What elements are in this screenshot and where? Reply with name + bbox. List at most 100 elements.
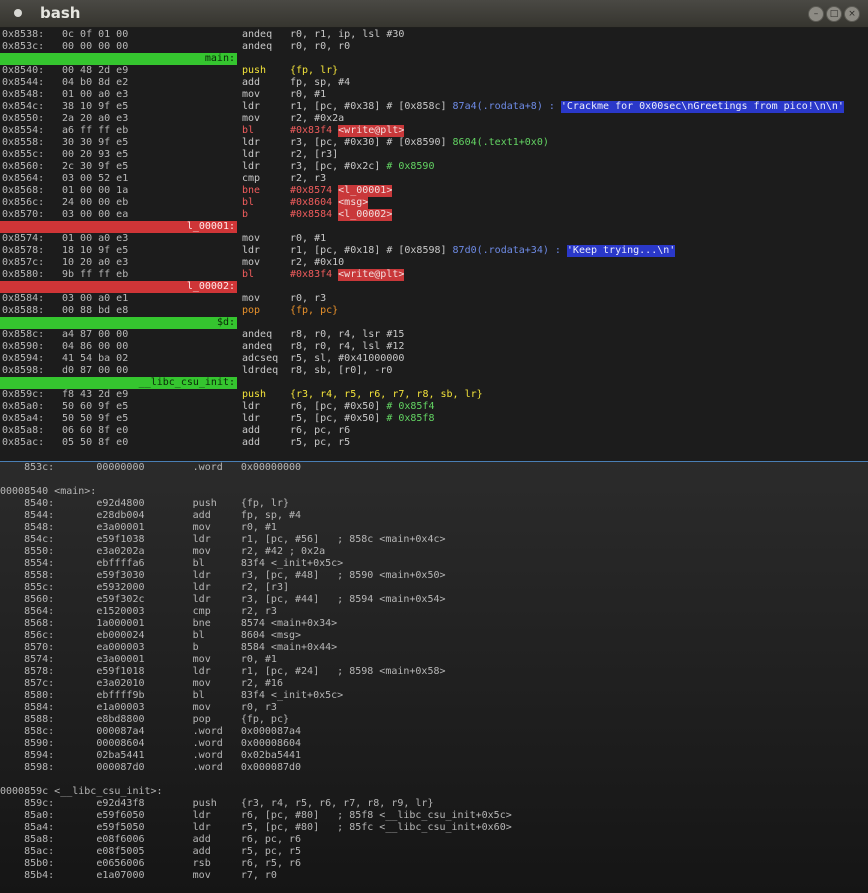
- objdump-line[interactable]: 00008540 <main>:: [0, 486, 96, 498]
- objdump-line[interactable]: 855c: e5932000 ldr r2, [r3]: [0, 582, 289, 594]
- mnemonic: ldr: [242, 401, 261, 412]
- objdump-line[interactable]: 8570: ea000003 b 8584 <main+0x44>: [0, 642, 337, 654]
- opcode-bytes: 00 00 00 00: [62, 41, 129, 52]
- objdump-line[interactable]: 8594: 02ba5441 .word 0x02ba5441: [0, 750, 301, 762]
- disasm-line[interactable]: 0x8594: 41 54 ba 02 adcseq r5, sl, #0x41000…: [0, 353, 868, 365]
- objdump-line[interactable]: 85b0: e0656006 rsb r6, r5, r6: [0, 858, 301, 870]
- mnemonic: andeq: [242, 41, 273, 52]
- objdump-line[interactable]: 859c: e92d43f8 push {r3, r4, r5, r6, r7,…: [0, 798, 433, 810]
- objdump-line[interactable]: 85ac: e08f5005 add r5, pc, r5: [0, 846, 301, 858]
- disasm-line[interactable]: 0x855c: 00 20 93 e5 ldr r2, [r3]: [0, 149, 868, 161]
- mnemonic: push: [242, 389, 267, 400]
- operands: {fp, pc}: [290, 305, 339, 316]
- disasm-line[interactable]: 0x856c: 24 00 00 eb bl #0x8604 <msg>: [0, 197, 868, 209]
- objdump-line[interactable]: 8550: e3a0202a mov r2, #42 ; 0x2a: [0, 546, 325, 558]
- objdump-pane-bottom[interactable]: 853c: 00000000 .word 0x00000000 00008540 …: [0, 461, 868, 893]
- address: 0x8554:: [2, 125, 45, 136]
- minimize-button[interactable]: –: [808, 6, 824, 22]
- objdump-line[interactable]: 85b4: e1a07000 mov r7, r0: [0, 870, 277, 882]
- objdump-line[interactable]: 8590: 00008604 .word 0x00008604: [0, 738, 301, 750]
- disasm-line[interactable]: 0x8580: 9b ff ff eb bl #0x83f4 <write@plt>: [0, 269, 868, 281]
- disasm-line[interactable]: 0x85ac: 05 50 8f e0 add r5, pc, r5: [0, 437, 868, 449]
- objdump-line[interactable]: 8568: 1a000001 bne 8574 <main+0x34>: [0, 618, 337, 630]
- operands: r8, r0, r4, lsr #15: [290, 329, 405, 340]
- objdump-line[interactable]: 8540: e92d4800 push {fp, lr}: [0, 498, 289, 510]
- window-menu-icon[interactable]: [14, 9, 22, 17]
- disasm-line[interactable]: 0x8544: 04 b0 8d e2 add fp, sp, #4: [0, 77, 868, 89]
- objdump-line[interactable]: 857c: e3a02010 mov r2, #16: [0, 678, 283, 690]
- mnemonic: mov: [242, 233, 261, 244]
- objdump-line[interactable]: 853c: 00000000 .word 0x00000000: [0, 462, 301, 474]
- close-button[interactable]: ×: [844, 6, 860, 22]
- disasm-line[interactable]: 0x8568: 01 00 00 1a bne #0x8574 <l_00001>: [0, 185, 868, 197]
- opcode-bytes: 03 00 a0 e1: [62, 293, 129, 304]
- maximize-button[interactable]: □: [826, 6, 842, 22]
- opcode-bytes: 01 00 00 1a: [62, 185, 129, 196]
- disasm-line[interactable]: 0x8588: 00 88 bd e8 pop {fp, pc}: [0, 305, 868, 317]
- address: 0x8570:: [2, 209, 45, 220]
- opcode-bytes: 2c 30 9f e5: [62, 161, 129, 172]
- disasm-line[interactable]: 0x857c: 10 20 a0 e3 mov r2, #0x10: [0, 257, 868, 269]
- objdump-line[interactable]: 0000859c <__libc_csu_init>:: [0, 786, 163, 798]
- disasm-line[interactable]: 0x853c: 00 00 00 00 andeq r0, r0, r0: [0, 41, 868, 53]
- address: 0x8580:: [2, 269, 45, 280]
- disasm-line[interactable]: 0x8558: 30 30 9f e5 ldr r3, [pc, #0x30] # […: [0, 137, 868, 149]
- address: 0x8590:: [2, 341, 45, 352]
- objdump-line[interactable]: 85a8: e08f6006 add r6, pc, r6: [0, 834, 301, 846]
- address: 0x853c:: [2, 41, 45, 52]
- disasm-line[interactable]: 0x8554: a6 ff ff eb bl #0x83f4 <write@plt>: [0, 125, 868, 137]
- symbol-reference: <write@plt>: [338, 269, 405, 281]
- mnemonic: adcseq: [242, 353, 279, 364]
- address: 0x854c:: [2, 101, 45, 112]
- operands: #0x8574: [290, 185, 333, 196]
- disasm-line[interactable]: 0x8570: 03 00 00 ea b #0x8584 <l_00002>: [0, 209, 868, 221]
- objdump-line[interactable]: 8560: e59f302c ldr r3, [pc, #44] ; 8594 …: [0, 594, 445, 606]
- objdump-line[interactable]: 854c: e59f1038 ldr r1, [pc, #56] ; 858c …: [0, 534, 445, 546]
- disasm-line[interactable]: 0x8584: 03 00 a0 e1 mov r0, r3: [0, 293, 868, 305]
- objdump-line[interactable]: 8574: e3a00001 mov r0, #1: [0, 654, 277, 666]
- disasm-line[interactable]: 0x85a0: 50 60 9f e5 ldr r6, [pc, #0x50] # 0x…: [0, 401, 868, 413]
- disasm-line[interactable]: 0x8598: d0 87 00 00 ldrdeq r8, sb, [r0], -r…: [0, 365, 868, 377]
- objdump-line[interactable]: 8558: e59f3030 ldr r3, [pc, #48] ; 8590 …: [0, 570, 445, 582]
- mnemonic: bl: [242, 269, 255, 280]
- objdump-line[interactable]: 8554: ebffffa6 bl 83f4 <_init+0x5c>: [0, 558, 343, 570]
- objdump-line[interactable]: 85a0: e59f6050 ldr r6, [pc, #80] ; 85f8 …: [0, 810, 512, 822]
- disasm-line[interactable]: 0x858c: a4 87 00 00 andeq r8, r0, r4, lsr #…: [0, 329, 868, 341]
- objdump-line[interactable]: 85a4: e59f5050 ldr r5, [pc, #80] ; 85fc …: [0, 822, 512, 834]
- disasm-line[interactable]: 0x859c: f8 43 2d e9 push {r3, r4, r5, r6, r…: [0, 389, 868, 401]
- disasm-line[interactable]: 0x85a4: 50 50 9f e5 ldr r5, [pc, #0x50] # 0x…: [0, 413, 868, 425]
- objdump-line[interactable]: 8580: ebffff9b bl 83f4 <_init+0x5c>: [0, 690, 343, 702]
- objdump-line[interactable]: 8584: e1a00003 mov r0, r3: [0, 702, 277, 714]
- disasm-line[interactable]: 0x8590: 04 86 00 00 andeq r8, r0, r4, lsl #…: [0, 341, 868, 353]
- disasm-line[interactable]: 0x8548: 01 00 a0 e3 mov r0, #1: [0, 89, 868, 101]
- opcode-bytes: f8 43 2d e9: [62, 389, 129, 400]
- objdump-line[interactable]: 858c: 000087a4 .word 0x000087a4: [0, 726, 301, 738]
- objdump-line[interactable]: 8548: e3a00001 mov r0, #1: [0, 522, 277, 534]
- disasm-line[interactable]: 0x8550: 2a 20 a0 e3 mov r2, #0x2a: [0, 113, 868, 125]
- opcode-bytes: 41 54 ba 02: [62, 353, 129, 364]
- objdump-line[interactable]: 8588: e8bd8800 pop {fp, pc}: [0, 714, 289, 726]
- disasm-line[interactable]: 0x8538: 0c 0f 01 00 andeq r0, r1, ip, lsl #…: [0, 29, 868, 41]
- disasm-line[interactable]: 0x8564: 03 00 52 e1 cmp r2, r3: [0, 173, 868, 185]
- title-bar[interactable]: bash – □ ×: [0, 0, 868, 28]
- mnemonic: bl: [242, 197, 255, 208]
- disasm-line[interactable]: 0x85a8: 06 60 8f e0 add r6, pc, r6: [0, 425, 868, 437]
- objdump-line[interactable]: 8578: e59f1018 ldr r1, [pc, #24] ; 8598 …: [0, 666, 445, 678]
- objdump-line[interactable]: 8598: 000087d0 .word 0x000087d0: [0, 762, 301, 774]
- address: 0x856c:: [2, 197, 45, 208]
- opcode-bytes: 10 20 a0 e3: [62, 257, 129, 268]
- objdump-line[interactable]: 8544: e28db004 add fp, sp, #4: [0, 510, 301, 522]
- operands: r8, sb, [r0], -r0: [290, 365, 393, 376]
- disasm-line[interactable]: 0x854c: 38 10 9f e5 ldr r1, [pc, #0x38] # […: [0, 101, 868, 113]
- disasm-line[interactable]: 0x8578: 18 10 9f e5 ldr r1, [pc, #0x18] # […: [0, 245, 868, 257]
- opcode-bytes: 9b ff ff eb: [62, 269, 129, 280]
- disasm-line[interactable]: 0x8540: 00 48 2d e9 push {fp, lr}: [0, 65, 868, 77]
- objdump-line[interactable]: 856c: eb000024 bl 8604 <msg>: [0, 630, 301, 642]
- disassembly-pane-top[interactable]: 0x8538: 0c 0f 01 00 andeq r0, r1, ip, lsl #…: [0, 28, 868, 460]
- opcode-bytes: d0 87 00 00: [62, 365, 129, 376]
- mnemonic: ldr: [242, 161, 261, 172]
- comment: # 0x85f4: [386, 401, 435, 412]
- disasm-line[interactable]: 0x8574: 01 00 a0 e3 mov r0, #1: [0, 233, 868, 245]
- disasm-line[interactable]: 0x8560: 2c 30 9f e5 ldr r3, [pc, #0x2c] # 0x…: [0, 161, 868, 173]
- objdump-line[interactable]: 8564: e1520003 cmp r2, r3: [0, 606, 277, 618]
